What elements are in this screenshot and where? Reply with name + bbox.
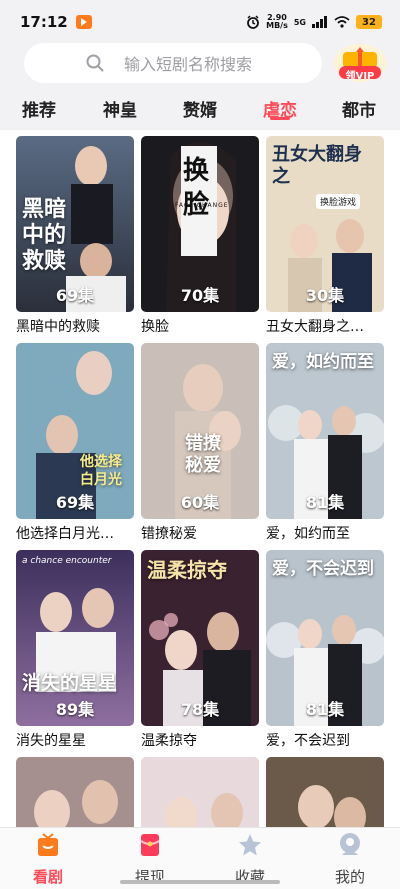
drama-cover[interactable] xyxy=(16,757,134,827)
drama-title[interactable]: 错撩秘爱 xyxy=(141,523,259,543)
app-notification-icon xyxy=(75,15,92,29)
drama-cover[interactable]: 他选择白月光 69集 xyxy=(16,343,134,519)
cover-subtitle: 换脸游戏 xyxy=(316,194,361,209)
drama-cover[interactable]: 爱，不会迟到 81集 xyxy=(266,550,384,726)
episode-count: 81集 xyxy=(305,700,345,719)
tab-tuijian[interactable]: 推荐 xyxy=(22,96,56,121)
cover-title-text: 错撩秘爱 xyxy=(185,433,221,476)
nav-watch[interactable]: 看剧 xyxy=(18,832,78,887)
cover-title-text: 换脸 xyxy=(183,156,210,220)
drama-title[interactable]: 爱，不会迟到 xyxy=(266,730,384,750)
drama-card[interactable]: 温柔掠夺 78集 温柔掠夺 xyxy=(141,550,259,750)
drama-cover[interactable]: 换脸 FACE CHANGE 70集 xyxy=(141,136,259,312)
drama-card[interactable]: 爱，不会迟到 81集 爱，不会迟到 xyxy=(266,550,384,750)
star-icon xyxy=(239,834,261,856)
drama-card[interactable]: 他选择白月光 69集 他选择白月光… xyxy=(16,343,134,543)
drama-grid: 黑暗中的救赎 69集 黑暗中的救赎 换脸 FACE CHANGE 70集 换脸 xyxy=(0,130,400,827)
cover-title-text: 他选择白月光 xyxy=(80,454,122,488)
status-time: 17:12 xyxy=(20,13,68,31)
cover-title-text: 丑女大翻身之 xyxy=(272,144,362,187)
drama-card[interactable]: 换脸 FACE CHANGE 70集 换脸 xyxy=(141,136,259,336)
nav-profile[interactable]: 我的 xyxy=(320,832,380,887)
status-left: 17:12 xyxy=(20,13,92,31)
drama-cover[interactable]: 温柔掠夺 78集 xyxy=(141,550,259,726)
net-speed: 2.90 MB/s xyxy=(266,14,288,30)
cover-title-text: 温柔掠夺 xyxy=(147,558,227,582)
episode-count: 78集 xyxy=(180,700,220,719)
alarm-icon xyxy=(247,15,260,29)
episode-count: 69集 xyxy=(55,493,95,512)
drama-card[interactable]: 爱，如约而至 81集 爱，如约而至 xyxy=(266,343,384,543)
drama-card[interactable]: 丑女大翻身之 换脸游戏 30集 丑女大翻身之… xyxy=(266,136,384,336)
episode-count: 70集 xyxy=(180,286,220,305)
cover-title-text: 消失的星星 xyxy=(22,672,118,694)
network-type: 5G xyxy=(293,17,306,27)
status-right: 2.90 MB/s 5G 32 xyxy=(246,14,382,30)
search-icon xyxy=(86,54,104,72)
cover-subtitle: a chance encounter xyxy=(22,556,112,566)
tab-zhuixu[interactable]: 赘婿 xyxy=(183,96,217,121)
drama-card[interactable] xyxy=(141,757,259,827)
nav-withdraw[interactable]: 提现 xyxy=(120,832,180,887)
episode-count: 69集 xyxy=(55,286,95,305)
tab-shenhuang[interactable]: 神皇 xyxy=(103,96,137,121)
drama-card[interactable] xyxy=(266,757,384,827)
net-speed-unit: MB/s xyxy=(266,21,288,30)
drama-cover[interactable]: 爱，如约而至 81集 xyxy=(266,343,384,519)
cover-art xyxy=(266,757,384,827)
drama-cover[interactable] xyxy=(141,757,259,827)
drama-cover[interactable]: a chance encounter 消失的星星 89集 xyxy=(16,550,134,726)
drama-card[interactable]: 错撩秘爱 60集 错撩秘爱 xyxy=(141,343,259,543)
drama-cover[interactable] xyxy=(266,757,384,827)
signal-icon xyxy=(312,16,327,28)
cover-title-text: 黑暗中的救赎 xyxy=(22,196,67,274)
drama-title[interactable]: 换脸 xyxy=(141,316,259,336)
cover-title-text: 爱，不会迟到 xyxy=(272,559,374,579)
drama-card[interactable]: 黑暗中的救赎 69集 黑暗中的救赎 xyxy=(16,136,134,336)
drama-title[interactable]: 消失的星星 xyxy=(16,730,134,750)
drama-title[interactable]: 他选择白月光… xyxy=(16,523,134,543)
home-indicator[interactable] xyxy=(120,880,280,884)
red-envelope-icon xyxy=(140,834,160,856)
vip-button[interactable]: 领VIP xyxy=(333,43,387,83)
drama-cover[interactable]: 黑暗中的救赎 69集 xyxy=(16,136,134,312)
tv-icon xyxy=(38,833,58,856)
episode-count: 89集 xyxy=(55,700,95,719)
episode-count: 60集 xyxy=(180,493,220,512)
cover-art xyxy=(141,757,259,827)
drama-cover[interactable]: 错撩秘爱 60集 xyxy=(141,343,259,519)
cover-art xyxy=(16,757,134,827)
drama-title[interactable]: 温柔掠夺 xyxy=(141,730,259,750)
status-bar: 17:12 2.90 MB/s 5G 32 xyxy=(0,0,400,44)
cover-subtitle: FACE CHANGE xyxy=(175,202,229,209)
battery-indicator: 32 xyxy=(356,15,382,29)
search-placeholder: 输入短剧名称搜索 xyxy=(124,55,253,74)
profile-icon xyxy=(340,833,360,855)
nav-favorites[interactable]: 收藏 xyxy=(220,832,280,887)
vip-label: 领VIP xyxy=(345,71,375,82)
drama-title[interactable]: 丑女大翻身之… xyxy=(266,316,384,336)
drama-cover[interactable]: 丑女大翻身之 换脸游戏 30集 xyxy=(266,136,384,312)
wifi-icon xyxy=(334,16,350,28)
episode-count: 30集 xyxy=(305,286,345,305)
category-tabs: 推荐 神皇 赘婿 虐恋 都市 xyxy=(0,88,400,128)
drama-card[interactable]: a chance encounter 消失的星星 89集 消失的星星 xyxy=(16,550,134,750)
drama-title[interactable]: 黑暗中的救赎 xyxy=(16,316,134,336)
episode-count: 81集 xyxy=(305,493,345,512)
drama-card[interactable] xyxy=(16,757,134,827)
drama-title[interactable]: 爱，如约而至 xyxy=(266,523,384,543)
nav-label: 我的 xyxy=(334,868,365,886)
cover-title-text: 爱，如约而至 xyxy=(272,352,374,372)
active-tab-indicator xyxy=(270,117,290,120)
nav-label: 看剧 xyxy=(32,868,63,886)
search-input[interactable]: 输入短剧名称搜索 xyxy=(24,43,322,83)
tab-dushi[interactable]: 都市 xyxy=(342,96,376,121)
